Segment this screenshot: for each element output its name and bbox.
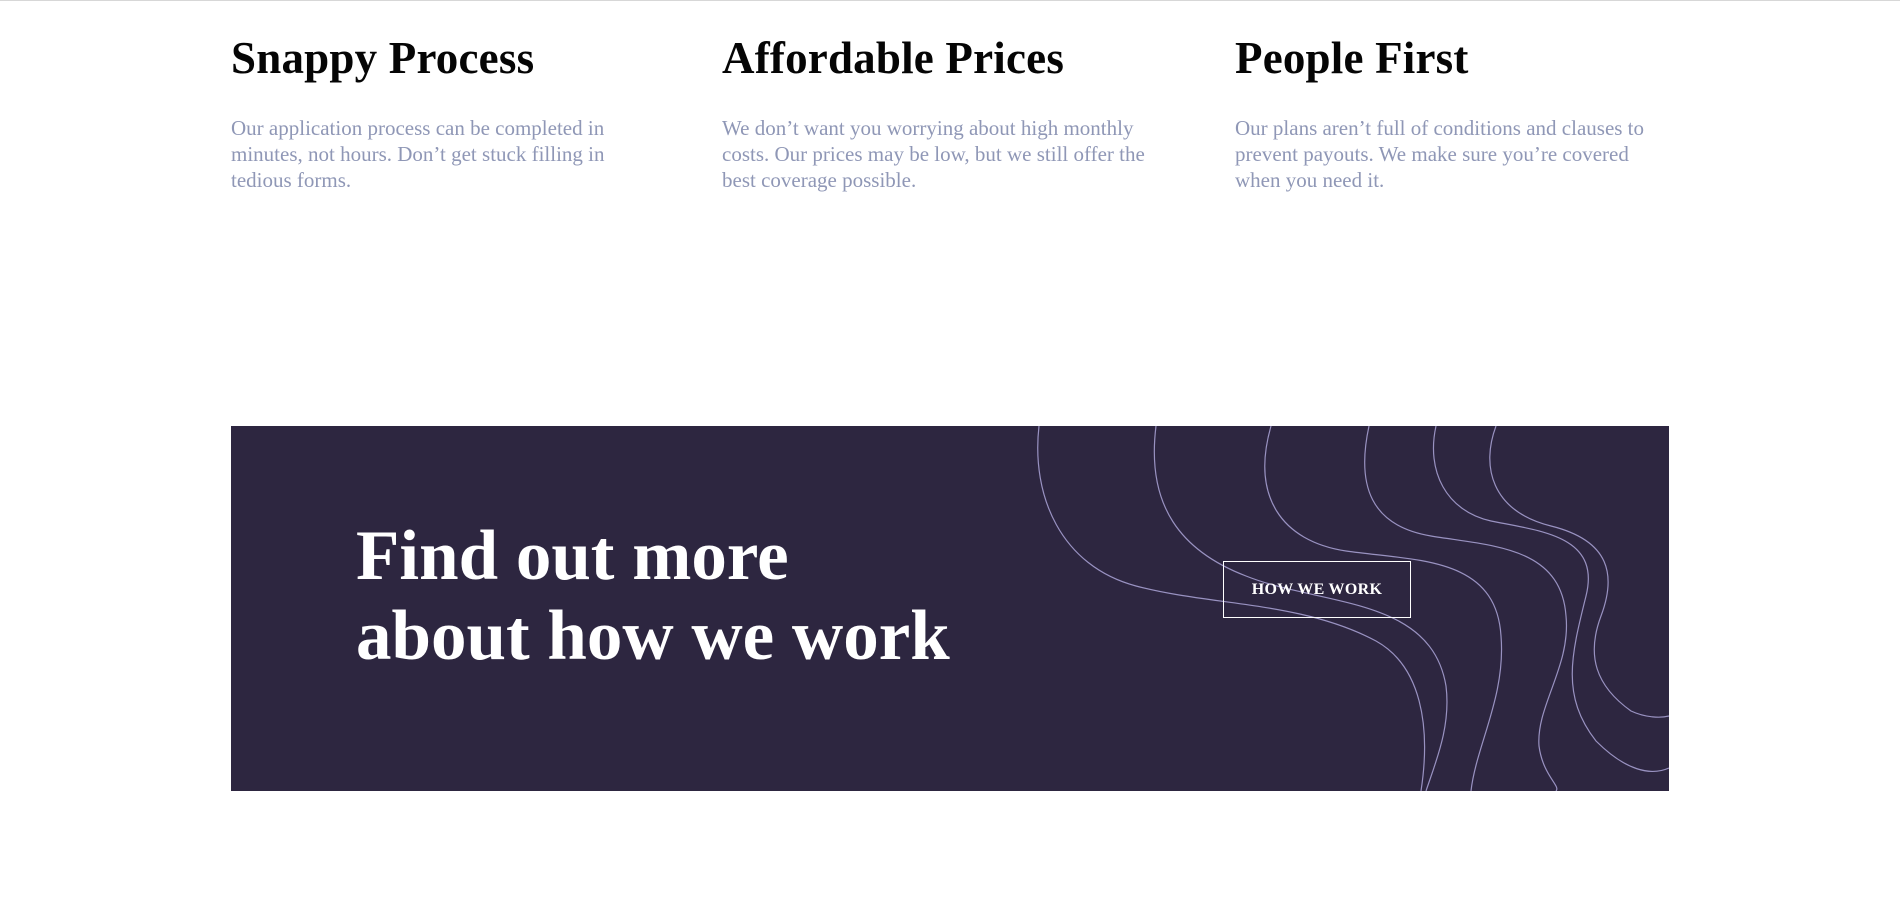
cta-heading-line-1: Find out more xyxy=(356,517,789,595)
feature-description: Our plans aren’t full of conditions and … xyxy=(1235,116,1645,192)
feature-description: We don’t want you worrying about high mo… xyxy=(722,116,1145,192)
feature-title: Snappy Process xyxy=(231,33,535,83)
top-divider xyxy=(0,0,1900,1)
cta-heading: Find out more about how we work xyxy=(356,516,1056,676)
feature-description: Our application process can be completed… xyxy=(231,116,605,192)
feature-title: People First xyxy=(1235,33,1469,83)
feature-snappy-process: Snappy Process Our application process c… xyxy=(231,32,605,192)
cta-banner: Find out more about how we work HOW WE WO… xyxy=(231,426,1669,791)
how-we-work-button[interactable]: HOW WE WORK xyxy=(1223,561,1411,618)
feature-title: Affordable Prices xyxy=(722,33,1065,83)
cta-heading-line-2: about how we work xyxy=(356,597,950,675)
feature-people-first: People First Our plans aren’t full of co… xyxy=(1235,32,1644,192)
feature-affordable-prices: Affordable Prices We don’t want you worr… xyxy=(722,32,1145,192)
